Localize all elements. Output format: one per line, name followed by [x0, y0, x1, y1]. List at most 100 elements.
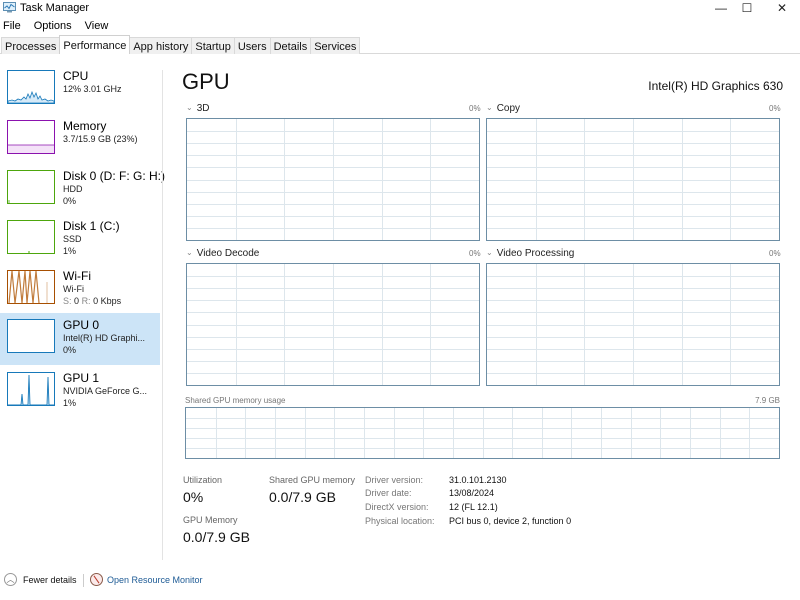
open-resource-monitor-link[interactable]: Open Resource Monitor [90, 573, 203, 586]
menu-options[interactable]: Options [31, 18, 76, 34]
sidebar-item-wifi[interactable]: Wi-Fi Wi-Fi S: 0 R: 0 Kbps [0, 264, 160, 316]
graph-grid [187, 264, 479, 385]
disk-1-usage: 1% [63, 246, 77, 256]
disk-1-sparkline [7, 220, 55, 254]
engine-selector-video-processing[interactable]: ⌄ Video Processing [486, 248, 574, 259]
graph-grid [186, 408, 779, 458]
physical-location-label: Physical location: [365, 516, 435, 526]
open-resource-monitor-label: Open Resource Monitor [107, 574, 203, 585]
maximize-button[interactable]: ☐ [731, 0, 763, 16]
resource-monitor-icon [90, 573, 103, 586]
tab-services[interactable]: Services [310, 37, 361, 54]
tab-performance[interactable]: Performance [59, 35, 131, 54]
menu-view[interactable]: View [82, 18, 113, 34]
graph-copy [486, 118, 780, 241]
gpu-memory-label: GPU Memory [183, 515, 238, 525]
engine-label-video-processing: Video Processing [496, 248, 575, 259]
minimize-icon: — [715, 1, 727, 15]
page-title: GPU [182, 69, 230, 94]
sidebar-item-gpu-0[interactable]: GPU 0 Intel(R) HD Graphi... 0% [0, 313, 160, 365]
maximize-icon: ☐ [741, 1, 753, 15]
utilization-label: Utilization [183, 475, 223, 485]
shared-gpu-memory-value: 0.0/7.9 GB [269, 489, 336, 505]
graph-video-decode [186, 263, 480, 386]
wifi-send-label: S: [63, 296, 72, 306]
chevron-down-icon: ⌄ [486, 103, 493, 112]
sidebar-item-gpu-1[interactable]: GPU 1 NVIDIA GeForce G... 1% [0, 366, 160, 418]
disk-0-sparkline [7, 170, 55, 204]
menu-file[interactable]: File [0, 18, 25, 34]
sidebar-item-disk-1[interactable]: Disk 1 (C:) SSD 1% [0, 214, 160, 266]
gpu-0-usage: 0% [63, 345, 77, 355]
close-icon: ✕ [776, 1, 788, 15]
graph-3d [186, 118, 480, 241]
window-title: Task Manager [20, 2, 90, 14]
utilization-value: 0% [183, 489, 204, 505]
sidebar-item-memory[interactable]: Memory 3.7/15.9 GB (23%) [0, 114, 160, 166]
chevron-down-icon: ⌄ [186, 248, 193, 257]
title-bar: Task Manager — ☐ ✕ [0, 0, 800, 18]
engine-label-video-decode: Video Decode [196, 248, 260, 259]
gpu-memory-value: 0.0/7.9 GB [183, 529, 250, 545]
tab-details[interactable]: Details [269, 37, 312, 54]
gpu-1-usage: 1% [63, 398, 77, 408]
gpu-0-model: Intel(R) HD Graphi... [63, 333, 146, 343]
graph-grid [487, 264, 779, 385]
chevron-up-circle-icon: ︿ [4, 573, 17, 586]
tab-users[interactable]: Users [233, 37, 271, 54]
cpu-usage: 12% 3.01 GHz [63, 84, 122, 94]
directx-version-label: DirectX version: [365, 502, 429, 512]
close-button[interactable]: ✕ [766, 0, 798, 16]
graph-grid [487, 119, 779, 240]
disk-0-usage: 0% [63, 196, 77, 206]
gpu-device-name: Intel(R) HD Graphics 630 [648, 79, 783, 93]
footer: ︿ Fewer details Open Resource Monitor [0, 570, 800, 592]
memory-title: Memory [63, 119, 107, 133]
fewer-details-label: Fewer details [23, 574, 77, 585]
gpu-1-title: GPU 1 [63, 371, 100, 385]
tab-processes[interactable]: Processes [1, 37, 61, 54]
engine-percent-video-decode: 0% [469, 249, 481, 258]
engine-label-copy: Copy [496, 103, 521, 114]
tab-bar: Processes Performance App history Startu… [0, 35, 800, 54]
engine-selector-video-decode[interactable]: ⌄ Video Decode [186, 248, 259, 259]
shared-memory-graph-label: Shared GPU memory usage [185, 396, 286, 405]
wifi-receive-value: 0 Kbps [93, 296, 122, 306]
wifi-sparkline [7, 270, 55, 304]
disk-0-type: HDD [63, 184, 83, 194]
gpu-0-title: GPU 0 [63, 318, 100, 332]
driver-version-label: Driver version: [365, 475, 424, 485]
graph-video-processing [486, 263, 780, 386]
shared-memory-graph-max: 7.9 GB [755, 396, 780, 405]
gpu-1-sparkline [7, 372, 55, 406]
fewer-details-button[interactable]: ︿ Fewer details [4, 573, 77, 586]
cpu-sparkline [7, 70, 55, 104]
disk-1-title: Disk 1 (C:) [63, 219, 120, 233]
resource-sidebar: CPU 12% 3.01 GHz Memory 3.7/15.9 GB (23%… [0, 64, 165, 564]
wifi-title: Wi-Fi [63, 269, 91, 283]
sidebar-item-disk-0[interactable]: Disk 0 (D: F: G: H:) HDD 0% [0, 164, 165, 216]
sidebar-divider [162, 70, 163, 560]
chevron-down-icon: ⌄ [186, 103, 193, 112]
wifi-send-value: 0 [74, 296, 80, 306]
engine-label-3d: 3D [196, 103, 210, 114]
engine-selector-copy[interactable]: ⌄ Copy [486, 103, 520, 114]
memory-sparkline [7, 120, 55, 154]
gpu-1-model: NVIDIA GeForce G... [63, 386, 148, 396]
task-manager-app-icon [3, 2, 16, 13]
memory-usage: 3.7/15.9 GB (23%) [63, 134, 138, 144]
engine-percent-copy: 0% [769, 104, 781, 113]
wifi-throughput: S: 0 R: 0 Kbps [63, 296, 121, 306]
engine-selector-3d[interactable]: ⌄ 3D [186, 103, 210, 114]
driver-version-value: 31.0.101.2130 [449, 475, 507, 485]
tab-app-history[interactable]: App history [129, 37, 193, 54]
directx-version-value: 12 (FL 12.1) [449, 502, 498, 512]
disk-1-type: SSD [63, 234, 82, 244]
graph-grid [187, 119, 479, 240]
graph-shared-memory [185, 407, 780, 459]
menu-bar: File Options View [0, 18, 118, 34]
sidebar-item-cpu[interactable]: CPU 12% 3.01 GHz [0, 64, 160, 116]
cpu-title: CPU [63, 69, 89, 83]
engine-percent-video-processing: 0% [769, 249, 781, 258]
tab-startup[interactable]: Startup [191, 37, 235, 54]
